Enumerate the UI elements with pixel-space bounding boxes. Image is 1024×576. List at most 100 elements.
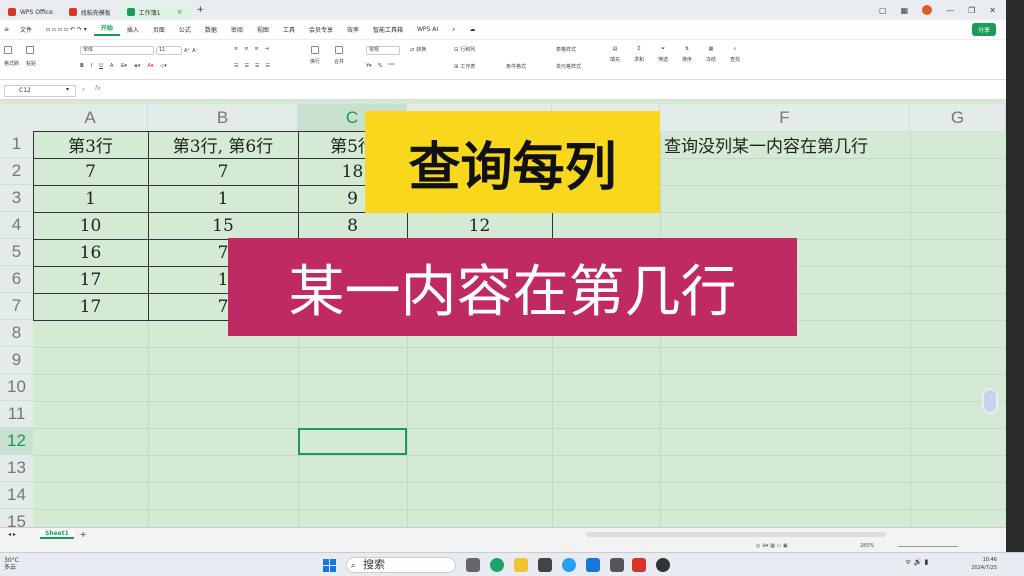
row-header-11[interactable]: 11 xyxy=(0,401,33,428)
row-header-9[interactable]: 9 xyxy=(0,347,33,374)
grid-view-icon[interactable]: ▦ xyxy=(901,6,909,15)
system-tray[interactable]: ᯤ 🔊 ▮ xyxy=(905,558,928,567)
sort-icon[interactable]: ⇅ xyxy=(685,46,689,52)
conditional-format-label[interactable]: 条件格式 xyxy=(506,63,526,70)
row-header-12[interactable]: 12 xyxy=(0,428,33,455)
thousands-icon[interactable]: ⁰⁰⁰ xyxy=(388,63,394,69)
close-icon[interactable]: ✕ xyxy=(989,6,996,15)
cell-style-label[interactable]: 单元格样式 xyxy=(556,63,581,70)
store-icon[interactable] xyxy=(538,558,552,572)
search-icon[interactable]: ⌕ xyxy=(445,26,462,34)
menu-formula[interactable]: 公式 xyxy=(172,25,198,34)
row-header-5[interactable]: 5 xyxy=(0,239,33,266)
tab-wps-office[interactable]: WPS Office xyxy=(0,4,61,20)
column-header-b[interactable]: B xyxy=(148,104,298,131)
avatar[interactable] xyxy=(922,5,933,15)
close-tab-icon[interactable]: × xyxy=(177,8,183,16)
minimize-icon[interactable]: — xyxy=(946,6,954,15)
tab-template[interactable]: 找稻壳模板 xyxy=(61,4,119,20)
wps-taskbar-icon[interactable] xyxy=(632,558,646,572)
row-header-10[interactable]: 10 xyxy=(0,374,33,401)
column-header-g[interactable]: G xyxy=(910,104,1006,131)
row-header-14[interactable]: 14 xyxy=(0,482,33,509)
zoom-slider[interactable] xyxy=(898,546,958,547)
merge-icon[interactable] xyxy=(335,46,343,54)
fill-icon[interactable]: ▤ xyxy=(613,46,618,52)
menu-smart-toolbox[interactable]: 智能工具箱 xyxy=(366,25,410,34)
tab-workbook[interactable]: 工作簿1 × xyxy=(118,4,191,20)
currency-icon[interactable]: ¥▾ xyxy=(366,63,372,69)
row-header-1[interactable]: 1 xyxy=(0,131,33,158)
menu-review[interactable]: 审阅 xyxy=(224,25,250,34)
zoom-level[interactable]: 280% xyxy=(860,543,874,549)
new-tab-icon[interactable]: + xyxy=(197,5,205,15)
scroll-handle[interactable] xyxy=(982,388,998,414)
border-icon[interactable]: ⊞▾ xyxy=(120,63,127,69)
column-header-a[interactable]: A xyxy=(33,104,148,131)
app-icon[interactable] xyxy=(610,558,624,572)
align-middle-icon[interactable]: ≡ xyxy=(244,46,248,52)
font-grow-icon[interactable]: A⁺ xyxy=(184,48,190,54)
cell-b3[interactable]: 1 xyxy=(148,185,298,212)
add-sheet-icon[interactable]: + xyxy=(80,530,87,539)
menu-tools[interactable]: 工具 xyxy=(276,25,302,34)
sheet-nav-icon[interactable]: ◂ ▸ xyxy=(8,531,16,538)
indent-icon[interactable]: ⇥ xyxy=(265,46,269,52)
percent-icon[interactable]: % xyxy=(378,63,383,69)
align-right-icon[interactable]: ☰ xyxy=(255,63,259,69)
cell-f1[interactable]: 查询没列某一内容在第几行 xyxy=(664,131,964,158)
underline-icon[interactable]: U xyxy=(99,63,103,69)
cell-b2[interactable]: 7 xyxy=(148,158,298,185)
share-button[interactable]: 分享 xyxy=(971,23,996,36)
find-icon[interactable]: ⌕ xyxy=(734,46,737,52)
select-all-corner[interactable] xyxy=(0,104,33,131)
menu-icon[interactable]: ≡ xyxy=(0,26,13,33)
menu-data[interactable]: 数据 xyxy=(198,25,224,34)
align-top-icon[interactable]: ≡ xyxy=(234,46,238,52)
italic-icon[interactable]: I xyxy=(91,63,92,69)
bold-icon[interactable]: B xyxy=(80,63,84,69)
cell-b4[interactable]: 15 xyxy=(148,212,298,239)
table-style-label[interactable]: 表格样式 xyxy=(556,46,576,53)
app-icon[interactable] xyxy=(656,558,670,572)
chrome-icon[interactable] xyxy=(562,558,576,572)
layout-icon[interactable]: ▢ xyxy=(879,6,887,15)
align-center-icon[interactable]: ☰ xyxy=(244,63,248,69)
cell-a4[interactable]: 10 xyxy=(33,212,148,239)
sum-icon[interactable]: Σ xyxy=(637,46,640,52)
taskbar-search-input[interactable]: 搜索 xyxy=(346,557,456,573)
horizontal-scrollbar[interactable] xyxy=(586,532,886,537)
selected-cell[interactable] xyxy=(298,428,407,455)
row-header-6[interactable]: 6 xyxy=(0,266,33,293)
freeze-icon[interactable]: ▦ xyxy=(709,46,714,52)
cell-a3[interactable]: 1 xyxy=(33,185,148,212)
font-name-select[interactable]: 宋体 xyxy=(80,46,154,55)
menu-home[interactable]: 开始 xyxy=(93,23,120,36)
row-header-2[interactable]: 2 xyxy=(0,158,33,185)
fx-icon[interactable]: fx xyxy=(95,85,101,92)
cell-a7[interactable]: 17 xyxy=(33,293,148,320)
menu-member[interactable]: 会员专享 xyxy=(302,25,340,34)
cloud-icon[interactable]: ☁ xyxy=(463,26,483,33)
font-size-select[interactable]: 11 xyxy=(156,46,182,55)
edge-icon[interactable] xyxy=(490,558,504,572)
row-header-7[interactable]: 7 xyxy=(0,293,33,320)
chevron-down-icon[interactable]: ▾ xyxy=(66,86,69,93)
strikethrough-icon[interactable]: A̶ xyxy=(110,63,113,69)
worksheet-icon[interactable]: ⊞ xyxy=(454,64,458,70)
rows-cols-icon[interactable]: ⊟ xyxy=(454,47,458,53)
convert-icon[interactable]: ⇄ xyxy=(410,47,414,53)
restore-icon[interactable]: ❐ xyxy=(968,6,975,15)
justify-icon[interactable]: ☰ xyxy=(265,63,269,69)
cell-a6[interactable]: 17 xyxy=(33,266,148,293)
cell-a5[interactable]: 16 xyxy=(33,239,148,266)
weather-widget[interactable]: 30°C 多云 xyxy=(4,557,19,571)
sheet-tab[interactable]: Sheet1 xyxy=(40,530,74,539)
paste-button[interactable] xyxy=(26,46,34,56)
menu-efficiency[interactable]: 效率 xyxy=(340,25,366,34)
eraser-icon[interactable]: ◇▾ xyxy=(160,63,166,69)
cell-a2[interactable]: 7 xyxy=(33,158,148,185)
cell-b1[interactable]: 第3行, 第6行 xyxy=(148,131,298,158)
fill-color-icon[interactable]: ◈▾ xyxy=(134,63,140,69)
cell-a1[interactable]: 第3行 xyxy=(33,131,148,158)
